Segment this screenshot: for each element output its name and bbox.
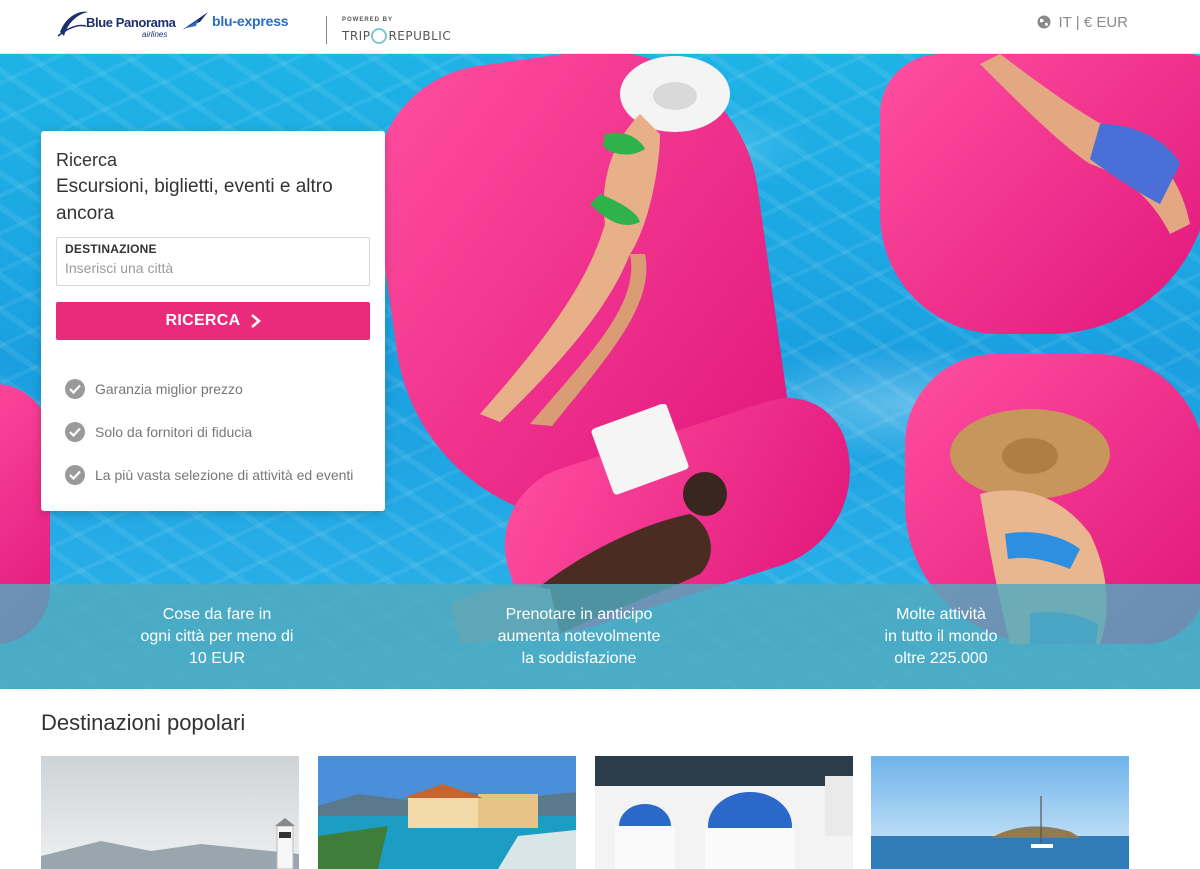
benefit-line: oltre 225.000 — [894, 650, 988, 667]
feature-item: Solo da fornitori di fiducia — [65, 410, 353, 453]
benefit-line: Molte attività — [896, 606, 986, 623]
trip-republic-logo[interactable]: TRIP REPUBLIC — [342, 28, 451, 44]
destination-card[interactable] — [41, 756, 299, 869]
benefit-line: aumenta notevolmente — [497, 628, 661, 645]
benefit-line: Cose da fare in — [162, 606, 272, 623]
benefit-line: Prenotare in anticipo — [505, 606, 653, 623]
trip-republic-left: TRIP — [342, 29, 371, 43]
destination-island-bay-image — [871, 756, 1129, 869]
destination-card[interactable] — [595, 756, 853, 869]
feature-item: Garanzia miglior prezzo — [65, 367, 353, 410]
benefit-line: la soddisfazione — [521, 650, 637, 667]
site-header: Blue Panorama airlines blu-express POWER… — [0, 0, 1200, 54]
benefit-item-activities: Molte attività in tutto il mondo oltre 2… — [791, 604, 1091, 670]
powered-by-label: POWERED BY — [342, 17, 394, 23]
blue-panorama-name: Blue Panorama — [86, 15, 176, 30]
plane-icon — [182, 12, 208, 30]
check-circle-icon — [65, 421, 85, 442]
globe-icon — [1037, 15, 1051, 29]
search-subtitle: Escursioni, biglietti, eventi e altro an… — [56, 176, 333, 224]
trip-republic-ring-icon — [371, 28, 388, 44]
search-button-label: RICERCA — [165, 312, 241, 329]
blue-panorama-swirl-icon — [57, 11, 88, 37]
benefit-line: in tutto il mondo — [884, 628, 998, 645]
check-circle-icon — [65, 378, 85, 399]
language-currency-selector[interactable]: IT | € EUR — [1037, 14, 1128, 31]
popular-destinations-title: Destinazioni popolari — [41, 710, 246, 735]
destination-field[interactable]: DESTINAZIONE — [56, 237, 370, 286]
blu-express-name: blu-express — [212, 13, 289, 29]
blu-express-logo[interactable]: blu-express — [180, 10, 300, 34]
destination-label: DESTINAZIONE — [65, 242, 157, 256]
benefit-item-price: Cose da fare in ogni città per meno di 1… — [67, 604, 367, 670]
destination-input[interactable] — [65, 260, 361, 276]
benefit-line: ogni città per meno di — [140, 628, 294, 645]
blue-panorama-sub: airlines — [142, 30, 168, 39]
lang-separator: | — [1075, 14, 1080, 31]
feature-text: Solo da fornitori di fiducia — [95, 423, 253, 440]
search-button[interactable]: RICERCA — [56, 302, 370, 340]
chevron-right-icon — [250, 314, 261, 328]
check-circle-icon — [65, 464, 85, 485]
destination-santorini-image — [595, 756, 853, 869]
benefit-item-booking: Prenotare in anticipo aumenta notevolmen… — [429, 604, 729, 670]
search-title: Ricerca — [56, 150, 118, 170]
currency-code[interactable]: € EUR — [1084, 14, 1128, 31]
destination-coastal-village-image — [318, 756, 576, 869]
destination-card[interactable] — [871, 756, 1129, 869]
features-list: Garanzia miglior prezzo Solo da fornitor… — [65, 367, 353, 496]
feature-text: La più vasta selezione di attività ed ev… — [95, 466, 354, 483]
search-card: Ricerca Escursioni, biglietti, eventi e … — [41, 131, 385, 511]
benefits-band: Cose da fare in ogni città per meno di 1… — [0, 584, 1200, 689]
sunbather-man-top-right-image — [980, 54, 1190, 234]
blue-panorama-logo[interactable]: Blue Panorama airlines — [56, 6, 176, 40]
trip-republic-right: REPUBLIC — [388, 29, 452, 43]
benefit-line: 10 EUR — [188, 650, 246, 667]
destination-card[interactable] — [318, 756, 576, 869]
feature-text: Garanzia miglior prezzo — [95, 380, 243, 397]
sunbather-woman-green-bikini-image — [480, 56, 730, 426]
header-divider — [326, 16, 327, 44]
destination-lighthouse-image — [41, 756, 299, 869]
feature-item: La più vasta selezione di attività ed ev… — [65, 453, 353, 496]
language-code[interactable]: IT — [1059, 14, 1072, 31]
